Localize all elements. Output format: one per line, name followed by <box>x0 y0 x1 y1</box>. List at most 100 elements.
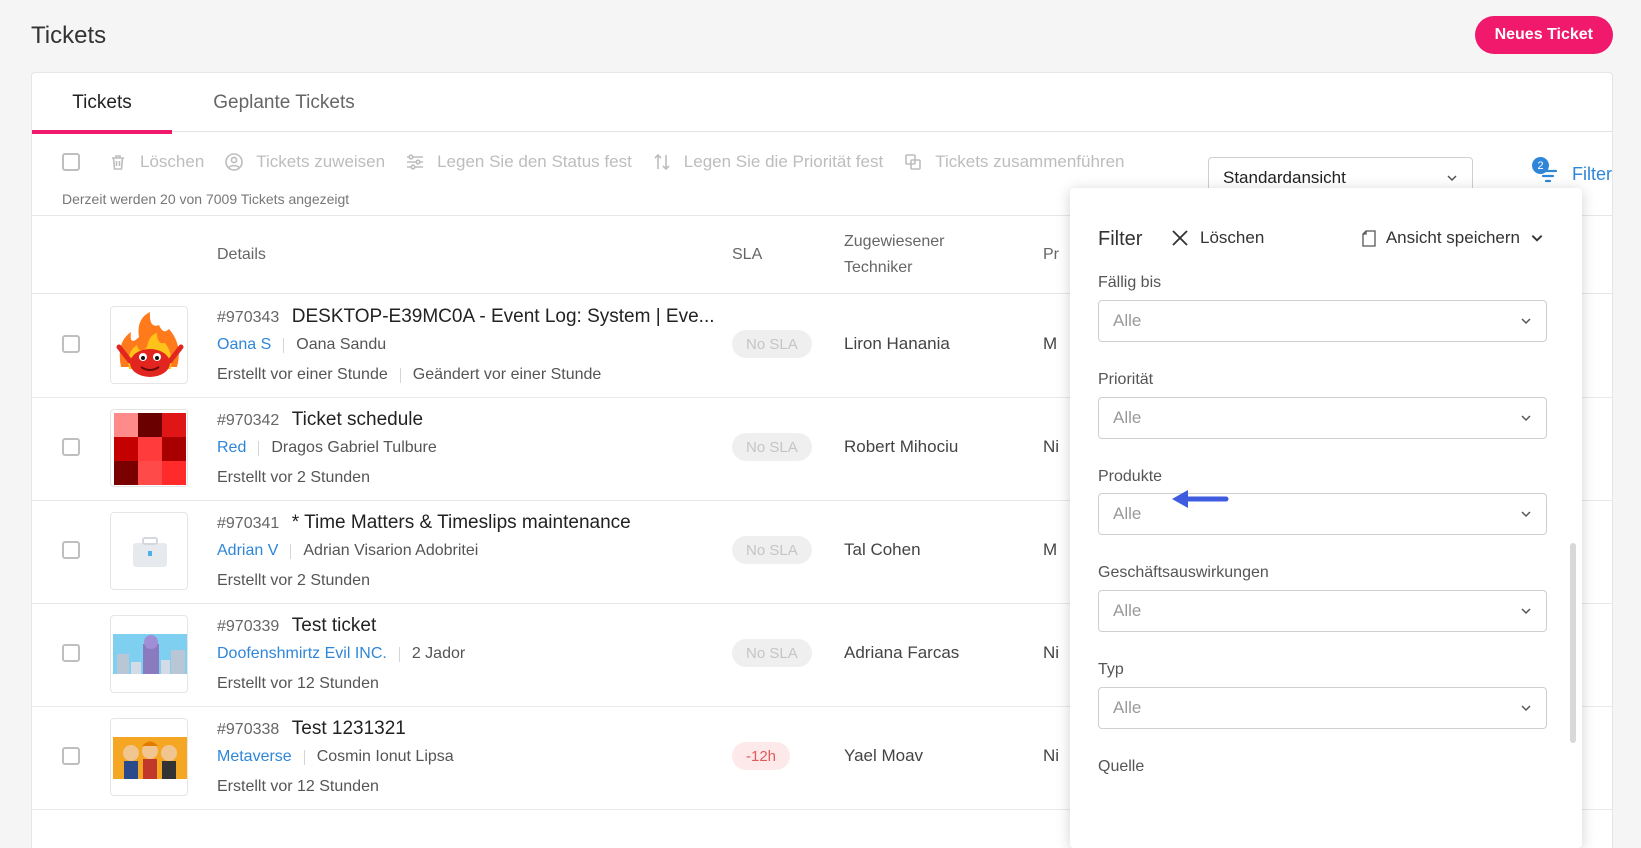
created-time: Erstellt vor einer Stunde <box>217 366 388 383</box>
ticket-subject[interactable]: * Time Matters & Timeslips maintenance <box>292 512 631 533</box>
chevron-down-icon <box>1521 511 1531 518</box>
row-checkbox[interactable] <box>62 747 80 765</box>
sla-badge: No SLA <box>732 639 812 667</box>
technician-name: Tal Cohen <box>844 540 921 559</box>
changed-time: Geändert vor einer Stunde <box>412 366 602 383</box>
sla-badge: No SLA <box>732 536 812 564</box>
priority-select[interactable]: Alle <box>1098 397 1547 439</box>
row-checkbox[interactable] <box>62 541 80 559</box>
chevron-down-icon <box>1531 235 1543 242</box>
priority-label: Priorität <box>1098 371 1154 388</box>
technician-name: Robert Mihociu <box>844 437 959 456</box>
row-checkbox[interactable] <box>62 335 80 353</box>
ticket-subject[interactable]: Test ticket <box>292 615 376 636</box>
column-details[interactable]: Details <box>217 242 266 268</box>
chevron-down-icon <box>1521 705 1531 712</box>
filter-panel: Filter Löschen Ansicht speichern Fällig … <box>1070 188 1582 848</box>
due-date-label: Fällig bis <box>1098 274 1162 291</box>
priority-value: M <box>1043 334 1058 353</box>
divider <box>258 440 260 456</box>
document-icon <box>1362 229 1376 247</box>
delete-button[interactable]: Löschen <box>108 152 204 172</box>
ticket-subject[interactable]: Test 1231321 <box>292 718 406 739</box>
company-link[interactable]: Metaverse <box>217 748 292 766</box>
products-label: Produkte <box>1098 468 1163 485</box>
set-priority-button[interactable]: Legen Sie die Priorität fest <box>652 152 883 172</box>
priority-value: Ni <box>1043 746 1060 765</box>
priority-value: Ni <box>1043 643 1060 662</box>
tab-tickets[interactable]: Tickets <box>32 73 172 134</box>
fire-monster-avatar <box>110 306 188 384</box>
city-tower-avatar <box>110 615 188 693</box>
clear-filters-button[interactable]: Löschen <box>1170 228 1264 248</box>
contact-name: Dragos Gabriel Tulbure <box>271 439 437 456</box>
ticket-id: #970338 <box>217 721 280 738</box>
contact-name: Oana Sandu <box>296 336 387 353</box>
chevron-down-icon <box>1521 415 1531 422</box>
row-checkbox[interactable] <box>62 438 80 456</box>
filter-button[interactable]: 2 Filter <box>1532 157 1612 187</box>
ticket-subject[interactable]: DESKTOP-E39MC0A - Event Log: System | Ev… <box>292 306 715 327</box>
divider <box>398 646 400 662</box>
contact-name: 2 Jador <box>411 645 466 662</box>
chevron-down-icon <box>1521 608 1531 615</box>
panel-scrollbar[interactable] <box>1570 543 1576 743</box>
created-time: Erstellt vor 12 Stunden <box>217 675 379 692</box>
toolbox-avatar <box>110 512 188 590</box>
new-ticket-button[interactable]: Neues Ticket <box>1474 16 1613 54</box>
technician-name: Adriana Farcas <box>844 643 960 662</box>
merge-tickets-button[interactable]: Tickets zusammenführen <box>903 152 1124 172</box>
sla-badge: -12h <box>732 742 791 770</box>
trash-icon <box>112 155 124 170</box>
business-impact-select[interactable]: Alle <box>1098 590 1547 632</box>
filter-count-badge: 2 <box>1532 157 1549 174</box>
tab-scheduled-tickets[interactable]: Geplante Tickets <box>204 73 364 132</box>
ticket-id: #970341 <box>217 515 280 532</box>
divider <box>283 337 285 353</box>
divider <box>303 749 305 765</box>
filter-panel-title: Filter <box>1098 228 1143 250</box>
sliders-icon <box>407 154 424 170</box>
ticket-subject[interactable]: Ticket schedule <box>292 409 423 430</box>
divider <box>399 367 401 383</box>
column-technician[interactable]: Zugewiesener Techniker <box>844 229 945 281</box>
row-checkbox[interactable] <box>62 644 80 662</box>
priority-value: M <box>1043 540 1058 559</box>
ticket-id: #970342 <box>217 412 280 429</box>
created-time: Erstellt vor 2 Stunden <box>217 469 370 486</box>
close-icon <box>1172 230 1188 246</box>
company-link[interactable]: Red <box>217 439 246 457</box>
company-link[interactable]: Oana S <box>217 336 271 354</box>
ticket-count-text: Derzeit werden 20 von 7009 Tickets angez… <box>62 191 350 207</box>
products-select[interactable]: Alle <box>1098 493 1547 535</box>
select-all-checkbox[interactable] <box>62 153 80 171</box>
chevron-down-icon <box>1521 318 1531 325</box>
created-time: Erstellt vor 2 Stunden <box>217 572 370 589</box>
company-link[interactable]: Doofenshmirtz Evil INC. <box>217 645 387 663</box>
sla-badge: No SLA <box>732 433 812 461</box>
merge-icon <box>905 154 922 170</box>
technician-name: Liron Hanania <box>844 334 950 353</box>
company-link[interactable]: Adrian V <box>217 542 278 560</box>
column-sla[interactable]: SLA <box>732 242 762 268</box>
page-title: Tickets <box>31 22 107 49</box>
user-circle-icon <box>225 153 244 171</box>
cartoon-group-avatar <box>110 718 188 796</box>
priority-value: Ni <box>1043 437 1060 456</box>
sort-arrows-icon <box>654 153 670 171</box>
divider <box>290 543 292 559</box>
business-impact-label: Geschäftsauswirkungen <box>1098 564 1269 581</box>
assign-tickets-button[interactable]: Tickets zuweisen <box>224 152 385 172</box>
column-priority[interactable]: Pr <box>1043 242 1059 268</box>
type-label: Typ <box>1098 661 1124 678</box>
set-status-button[interactable]: Legen Sie den Status fest <box>405 152 632 172</box>
tab-bar: Tickets Geplante Tickets <box>32 73 1612 134</box>
type-select[interactable]: Alle <box>1098 687 1547 729</box>
annotation-arrow-icon <box>1172 490 1229 508</box>
chevron-down-icon <box>1447 175 1457 182</box>
source-label: Quelle <box>1098 758 1145 775</box>
due-date-select[interactable]: Alle <box>1098 300 1547 342</box>
save-view-button[interactable]: Ansicht speichern <box>1362 228 1554 248</box>
filter-icon: 2 <box>1532 157 1558 187</box>
created-time: Erstellt vor 12 Stunden <box>217 778 379 795</box>
